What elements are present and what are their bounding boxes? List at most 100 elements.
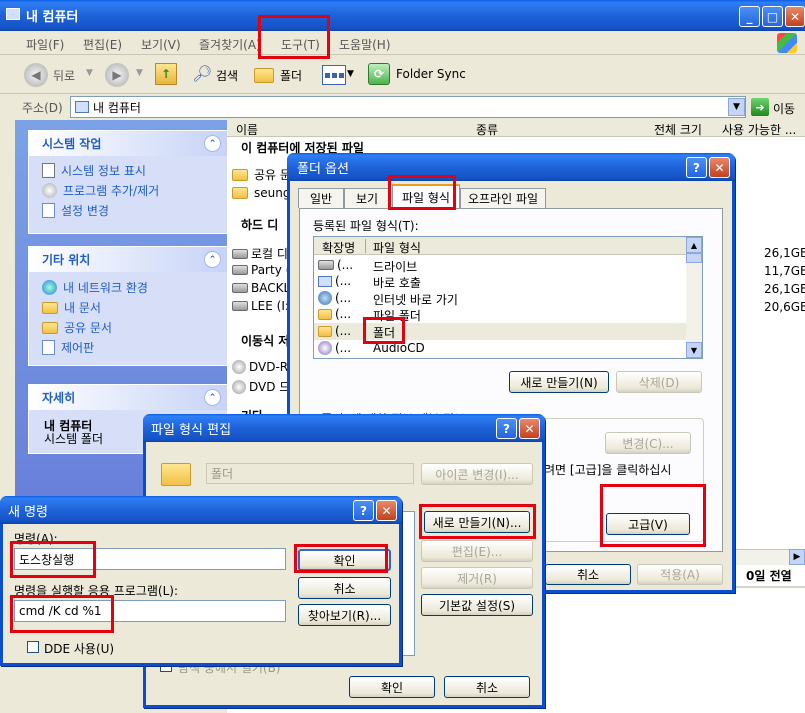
address-input[interactable]: 내 컴퓨터: [70, 96, 746, 118]
menu-favorites[interactable]: 즐겨찾기(A): [199, 36, 261, 53]
set-default-button[interactable]: 기본값 설정(S): [421, 594, 533, 616]
advanced-button[interactable]: 고급(V): [606, 513, 690, 535]
delete-file-type-button[interactable]: 삭제(D): [616, 371, 702, 393]
task-system-info[interactable]: 시스템 정보 표시: [42, 162, 146, 179]
col-file-type[interactable]: 파일 형식: [373, 239, 421, 256]
new-file-type-button[interactable]: 새로 만들기(N): [509, 371, 609, 393]
views-icon[interactable]: [322, 65, 346, 85]
removable-item[interactable]: DVD-R: [232, 360, 288, 374]
file-type-row[interactable]: (...: [318, 258, 353, 272]
go-icon[interactable]: ➜: [751, 98, 769, 116]
change-icon-button[interactable]: 아이콘 변경(I)...: [421, 463, 533, 485]
place-control-panel[interactable]: 제어판: [42, 339, 94, 356]
col-total[interactable]: 전체 크기: [654, 121, 702, 138]
details-header[interactable]: 자세히 ⌃: [29, 385, 227, 410]
edit-type-ok-button[interactable]: 확인: [349, 676, 435, 698]
new-action-titlebar[interactable]: 새 명령 ? ✕: [0, 496, 402, 524]
action-input[interactable]: 도스창실행: [14, 548, 286, 570]
size-value: 26,1GB: [764, 282, 805, 296]
file-type-row[interactable]: (...: [318, 324, 351, 338]
maximize-icon[interactable]: □: [762, 6, 783, 27]
edit-type-cancel-button[interactable]: 취소: [444, 676, 530, 698]
edit-file-type-titlebar[interactable]: 파일 형식 편집 ? ✕: [143, 414, 545, 442]
back-dropdown-icon[interactable]: ▼: [86, 68, 93, 78]
place-my-documents[interactable]: 내 문서: [42, 299, 101, 316]
change-button[interactable]: 변경(C)...: [605, 432, 691, 454]
dde-label: DDE 사용(U): [44, 642, 115, 656]
folders-icon[interactable]: [254, 68, 274, 83]
collapse-icon[interactable]: ⌃: [204, 389, 221, 406]
menu-edit[interactable]: 편집(E): [83, 36, 122, 53]
forward-dropdown-icon[interactable]: ▼: [136, 68, 143, 78]
collapse-icon[interactable]: ⌃: [204, 135, 221, 152]
scroll-up-icon[interactable]: ▲: [686, 237, 702, 253]
tab-view[interactable]: 보기: [344, 188, 390, 208]
collapse-icon[interactable]: ⌃: [204, 251, 221, 268]
new-action-ok-button[interactable]: 확인: [298, 549, 391, 571]
scroll-thumb[interactable]: [686, 253, 702, 263]
folder-options-titlebar[interactable]: 폴더 옵션 ? ✕: [287, 153, 735, 181]
system-tasks-header[interactable]: 시스템 작업 ⌃: [29, 131, 227, 156]
menu-file[interactable]: 파일(F): [26, 36, 64, 53]
go-button[interactable]: 이동: [773, 100, 795, 117]
menu-help[interactable]: 도움말(H): [339, 36, 391, 53]
drive-item[interactable]: 로컬 디: [232, 245, 288, 262]
list-header: [314, 237, 686, 255]
folder-options-cancel-button[interactable]: 취소: [545, 564, 631, 585]
search-button[interactable]: 검색: [216, 67, 238, 84]
remove-action-button[interactable]: 제거(R): [421, 567, 533, 589]
place-network[interactable]: 내 네트워크 환경: [42, 279, 148, 296]
scroll-right-icon[interactable]: ▶: [789, 549, 805, 565]
file-type-row[interactable]: (...: [318, 341, 351, 355]
search-icon[interactable]: 🔎︎: [192, 64, 212, 83]
views-dropdown-icon[interactable]: ▼: [347, 69, 354, 79]
help-icon[interactable]: ?: [353, 500, 374, 521]
dde-checkbox[interactable]: [27, 641, 39, 653]
back-label[interactable]: 뒤로: [53, 67, 75, 84]
drive-item[interactable]: Party (: [232, 263, 290, 277]
folder-sync-button[interactable]: Folder Sync: [396, 67, 466, 81]
task-change-settings[interactable]: 설정 변경: [42, 202, 109, 219]
folder-sync-icon[interactable]: ⟳: [368, 63, 390, 85]
browse-button[interactable]: 찾아보기(R)...: [298, 604, 391, 626]
file-type-name-input[interactable]: 폴더: [206, 463, 414, 484]
edit-action-button[interactable]: 편집(E)...: [421, 540, 533, 562]
removable-item[interactable]: DVD 드: [232, 378, 290, 395]
col-type[interactable]: 종류: [476, 121, 498, 138]
forward-icon[interactable]: ▶: [105, 63, 129, 87]
scroll-down-icon[interactable]: ▼: [686, 342, 702, 358]
file-type-row[interactable]: (...: [318, 307, 351, 321]
close-icon[interactable]: ✕: [709, 157, 730, 178]
minimize-icon[interactable]: _: [739, 6, 760, 27]
other-places-header[interactable]: 기타 위치 ⌃: [29, 247, 227, 272]
drive-item[interactable]: BACKL: [232, 281, 290, 295]
folder-options-apply-button[interactable]: 적용(A): [637, 564, 723, 585]
place-shared-documents[interactable]: 공유 문서: [42, 319, 112, 336]
address-dropdown-icon[interactable]: ▼: [728, 98, 745, 116]
app-input[interactable]: cmd /K cd %1: [14, 600, 286, 622]
close-icon[interactable]: ✕: [519, 418, 540, 439]
new-action-cancel-button[interactable]: 취소: [298, 577, 391, 599]
help-icon[interactable]: ?: [496, 418, 517, 439]
col-extension[interactable]: 확장명: [322, 239, 355, 256]
col-free[interactable]: 사용 가능한 ...: [722, 121, 796, 138]
file-type-row[interactable]: (...: [318, 291, 351, 305]
menu-view[interactable]: 보기(V): [141, 36, 181, 53]
new-action-button[interactable]: 새로 만들기(N)...: [424, 511, 530, 533]
file-type-row[interactable]: (...: [318, 274, 351, 288]
back-icon[interactable]: ◀: [24, 63, 48, 87]
col-name[interactable]: 이름: [236, 121, 258, 138]
up-folder-icon[interactable]: ↑: [155, 63, 177, 85]
close-icon[interactable]: ✕: [376, 500, 397, 521]
close-icon[interactable]: ✕: [785, 6, 805, 27]
tab-general[interactable]: 일반: [298, 188, 344, 208]
tab-file-types[interactable]: 파일 형식: [392, 184, 460, 209]
help-icon[interactable]: ?: [686, 157, 707, 178]
folders-button[interactable]: 폴더: [280, 67, 302, 84]
tab-offline-files[interactable]: 오프라인 파일: [460, 188, 546, 208]
task-add-remove[interactable]: 프로그램 추가/제거: [42, 182, 159, 199]
stored-item[interactable]: 공유 문: [232, 166, 291, 183]
menu-tools[interactable]: 도구(T): [281, 36, 320, 53]
explorer-titlebar[interactable]: 내 컴퓨터 _ □ ✕: [0, 0, 805, 31]
drive-item[interactable]: LEE (I:: [232, 299, 289, 313]
